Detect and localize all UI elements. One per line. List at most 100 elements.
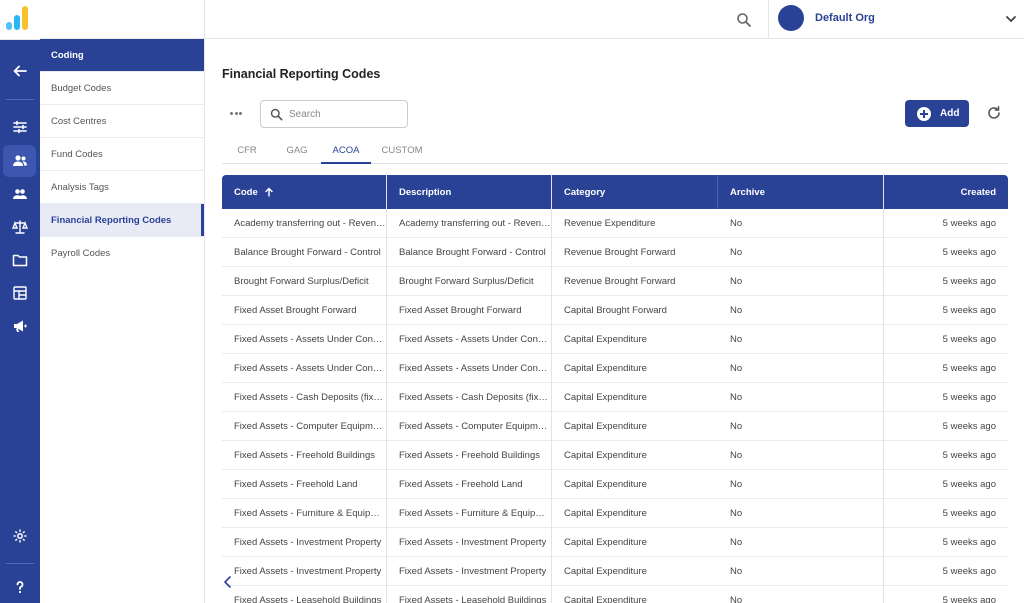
cell-category-text: Capital Expenditure	[564, 595, 647, 603]
search-icon[interactable]	[735, 11, 753, 29]
cell-description-text: Academy transferring out - Revenue	[399, 218, 551, 229]
cell-archive-text: No	[730, 450, 743, 461]
subnav-header-coding[interactable]: Coding	[40, 39, 204, 72]
cell-code: Fixed Assets - Furniture & Equipment	[222, 499, 387, 528]
cell-code-text: Fixed Assets - Furniture & Equipment	[234, 508, 386, 519]
cell-created: 5 weeks ago	[884, 528, 1008, 557]
cell-archive-text: No	[730, 537, 743, 548]
cell-description: Fixed Assets - Freehold Land	[387, 470, 552, 499]
tab-bar: CFR GAG ACOA CUSTOM	[222, 139, 1008, 164]
subnav-item-payroll-codes[interactable]: Payroll Codes	[40, 237, 204, 270]
table-row[interactable]: Fixed Assets - Leasehold Buildings Fixed …	[222, 586, 1008, 603]
column-header-description[interactable]: Description	[387, 175, 552, 209]
table-row[interactable]: Brought Forward Surplus/Deficit Brought F…	[222, 267, 1008, 296]
cell-category-text: Revenue Brought Forward	[564, 247, 676, 258]
cell-archive-text: No	[730, 508, 743, 519]
search-input[interactable]	[289, 105, 401, 123]
people-icon[interactable]	[3, 178, 36, 210]
table-row[interactable]: Balance Brought Forward - Control Balance…	[222, 238, 1008, 267]
table-row[interactable]: Fixed Assets - Freehold Land Fixed Assets…	[222, 470, 1008, 499]
add-button[interactable]: Add	[905, 100, 969, 127]
table-row[interactable]: Fixed Assets - Furniture & Equipment Fixe…	[222, 499, 1008, 528]
cell-category-text: Capital Expenditure	[564, 450, 647, 461]
users-icon[interactable]	[3, 145, 36, 177]
cell-created: 5 weeks ago	[884, 557, 1008, 586]
cell-archive-text: No	[730, 334, 743, 345]
table-row[interactable]: Fixed Assets - Assets Under Construction…	[222, 354, 1008, 383]
column-header-category[interactable]: Category	[552, 175, 718, 209]
cell-description-text: Fixed Assets - Furniture & Equipment	[399, 508, 551, 519]
cell-archive-text: No	[730, 392, 743, 403]
table-row[interactable]: Academy transferring out - Revenue Academ…	[222, 209, 1008, 238]
tab-acoa[interactable]: ACOA	[321, 139, 371, 164]
chevron-down-icon[interactable]	[1005, 13, 1017, 25]
sliders-icon[interactable]	[3, 111, 36, 143]
cell-archive: No	[718, 383, 884, 412]
scales-icon[interactable]	[3, 211, 36, 243]
org-name[interactable]: Default Org	[815, 12, 875, 24]
subnav-item-cost-centres[interactable]: Cost Centres	[40, 105, 204, 138]
back-arrow-icon[interactable]	[3, 55, 36, 87]
subnav-item-financial-reporting-codes[interactable]: Financial Reporting Codes	[40, 204, 204, 237]
cell-created: 5 weeks ago	[884, 354, 1008, 383]
cell-archive: No	[718, 209, 884, 238]
cell-category: Capital Expenditure	[552, 499, 718, 528]
cell-archive-text: No	[730, 566, 743, 577]
cell-description-text: Fixed Assets - Freehold Land	[399, 479, 523, 490]
subnav-item-budget-codes[interactable]: Budget Codes	[40, 72, 204, 105]
folder-icon[interactable]	[3, 244, 36, 276]
cell-category: Capital Expenditure	[552, 383, 718, 412]
cell-archive-text: No	[730, 305, 743, 316]
table-row[interactable]: Fixed Assets - Freehold Buildings Fixed A…	[222, 441, 1008, 470]
secondary-nav: Coding Budget Codes Cost Centres Fund Co…	[40, 0, 205, 603]
cell-archive-text: No	[730, 479, 743, 490]
cell-code-text: Brought Forward Surplus/Deficit	[234, 276, 369, 287]
column-header-code[interactable]: Code	[222, 175, 387, 209]
table-row[interactable]: Fixed Assets - Assets Under Construction…	[222, 325, 1008, 354]
avatar[interactable]	[778, 5, 804, 31]
cell-description: Fixed Assets - Cash Deposits (fixed)	[387, 383, 552, 412]
cell-description: Balance Brought Forward - Control	[387, 238, 552, 267]
cell-archive-text: No	[730, 595, 743, 603]
add-button-label: Add	[940, 108, 960, 119]
cell-category-text: Capital Brought Forward	[564, 305, 667, 316]
app-logo[interactable]	[0, 0, 40, 40]
tab-gag[interactable]: GAG	[272, 139, 322, 164]
subnav-item-analysis-tags[interactable]: Analysis Tags	[40, 171, 204, 204]
subnav-item-fund-codes[interactable]: Fund Codes	[40, 138, 204, 171]
table-row[interactable]: Fixed Asset Brought Forward Fixed Asset B…	[222, 296, 1008, 325]
cell-category-text: Capital Expenditure	[564, 508, 647, 519]
cell-code: Fixed Assets - Computer Equipment	[222, 412, 387, 441]
icon-rail	[0, 0, 40, 603]
cell-category-text: Revenue Brought Forward	[564, 276, 676, 287]
refresh-icon[interactable]	[986, 105, 1002, 121]
column-header-archive[interactable]: Archive	[718, 175, 884, 209]
cell-created-text: 5 weeks ago	[942, 276, 996, 287]
cell-created: 5 weeks ago	[884, 470, 1008, 499]
cell-created: 5 weeks ago	[884, 209, 1008, 238]
cell-code-text: Fixed Assets - Computer Equipment	[234, 421, 386, 432]
page-title: Financial Reporting Codes	[222, 67, 381, 81]
cell-archive: No	[718, 354, 884, 383]
cell-description-text: Fixed Assets - Cash Deposits (fixed)	[399, 392, 551, 403]
cell-code: Fixed Assets - Assets Under Construction	[222, 325, 387, 354]
cell-description-text: Fixed Assets - Freehold Buildings	[399, 450, 540, 461]
megaphone-icon[interactable]	[3, 310, 36, 342]
ledger-icon[interactable]	[3, 277, 36, 309]
cell-code-text: Balance Brought Forward - Control	[234, 247, 381, 258]
scroll-left-icon[interactable]	[222, 575, 234, 589]
cell-description-text: Fixed Assets - Leasehold Buildings	[399, 595, 547, 603]
more-options-button[interactable]	[226, 106, 246, 120]
cell-archive: No	[718, 441, 884, 470]
table-row[interactable]: Fixed Assets - Investment Property Fixed …	[222, 557, 1008, 586]
tab-custom[interactable]: CUSTOM	[372, 139, 432, 164]
settings-icon[interactable]	[3, 520, 36, 552]
table-row[interactable]: Fixed Assets - Cash Deposits (fixed) Fixe…	[222, 383, 1008, 412]
tab-cfr[interactable]: CFR	[222, 139, 272, 164]
table-row[interactable]: Fixed Assets - Investment Property Fixed …	[222, 528, 1008, 557]
table-row[interactable]: Fixed Assets - Computer Equipment Fixed A…	[222, 412, 1008, 441]
search-field[interactable]	[260, 100, 408, 128]
cell-category-text: Capital Expenditure	[564, 479, 647, 490]
help-icon[interactable]	[3, 571, 36, 603]
column-header-created[interactable]: Created	[884, 175, 1008, 209]
